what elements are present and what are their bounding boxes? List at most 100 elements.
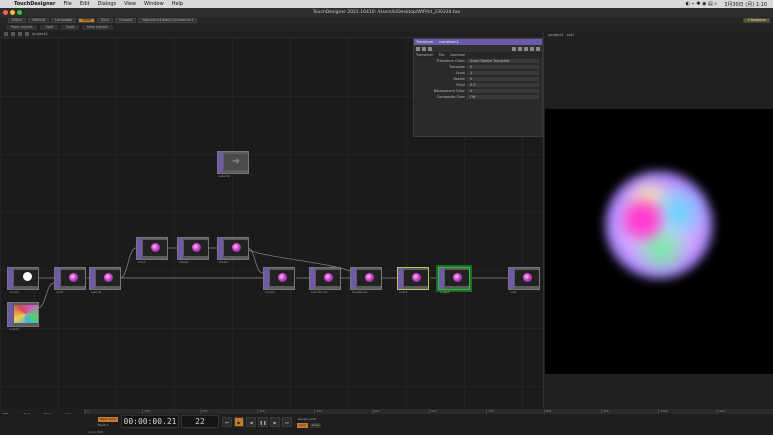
network-path[interactable]: /project1 [32,32,48,36]
noise-thumbnail [14,305,38,323]
node-null[interactable]: null1 [54,267,86,294]
arrow-icon: ➜ [224,154,248,170]
node-edge-selected[interactable]: edge1 [438,267,470,294]
range-loop-button[interactable]: Loop [297,423,308,428]
split-tab-1[interactable]: Split [40,25,59,30]
realtime-toggle[interactable]: 1 Realtime [743,18,770,23]
bypass-icon[interactable] [524,46,528,51]
rendered-orb [605,171,713,279]
zoom-window-button[interactable] [17,10,22,15]
param-transform-order[interactable]: Scale Rotate Translate [467,59,539,63]
param-composite[interactable]: Off [467,95,539,99]
tab-transform[interactable]: Transform [416,53,433,57]
forward-end-button[interactable]: ⏭ [282,417,292,427]
viewer-toolbar: /project1 out1 [543,31,773,38]
toolbar-editor-button[interactable]: Editor [8,18,27,23]
window-title: TouchDesigner 2021.16410: /Users/k/Deskt… [312,10,461,15]
node-out[interactable]: out1 [508,267,540,294]
close-window-button[interactable] [3,10,8,15]
range-limit-label: Range Limit [298,417,316,421]
split-tab-2[interactable]: Split [61,25,80,30]
sphere-thumbnail [324,273,333,282]
viewer-pane[interactable] [543,38,773,409]
menu-view[interactable]: View [124,1,136,7]
node-circle[interactable]: circle1 [7,267,39,294]
parameter-icons [414,45,542,52]
param-pivot[interactable]: 0.5 [467,83,539,87]
new-layout-tab[interactable]: New Layout [82,25,113,30]
menu-clock[interactable]: 3月30日 (月) 1:10 [724,1,767,8]
window-controls [3,10,22,15]
main-toolbar: Editor Default Language Pane Sync Expand… [0,17,773,24]
sphere-thumbnail [192,243,201,252]
node-transform[interactable]: transform1 [309,267,341,294]
play-button[interactable]: ▶ [234,417,244,427]
sphere-thumbnail [365,273,374,282]
range-once-button[interactable]: Once [310,423,321,428]
toolbar-language-button[interactable]: Language [51,18,77,23]
sphere-thumbnail [104,273,113,282]
menu-window[interactable]: Window [144,1,164,7]
menu-app-name[interactable]: TouchDesigner [14,1,56,7]
forward-icon[interactable] [11,32,15,36]
toolbar-default-button[interactable]: Default [28,18,50,23]
timecode-display[interactable]: 00:00:00.21 [121,415,179,428]
view-icon[interactable] [536,46,540,51]
op-name[interactable]: transform1 [439,40,458,44]
link-icon[interactable] [512,46,516,51]
viewer-label: out1 [566,32,575,37]
camera-icon[interactable] [518,46,522,51]
toolbar-expand-button[interactable]: Expand [115,18,137,23]
menu-help[interactable]: Help [172,1,183,7]
toolbar-pane-button[interactable]: Pane [78,18,95,23]
tab-tile[interactable]: Tile [438,53,444,57]
step-back-button[interactable]: ◀ [246,417,256,427]
circle-thumbnail [23,272,32,281]
parameter-panel[interactable]: Transform transform1 Transform Tile Comm… [413,38,543,137]
sphere-thumbnail [232,243,241,252]
home-icon[interactable] [18,32,22,36]
node-noise[interactable]: noise1 [7,302,39,331]
rewind-button[interactable]: ⏮ [222,417,232,427]
sphere-thumbnail [278,273,287,282]
step-forward-button[interactable]: ▶ [270,417,280,427]
param-translate[interactable]: 0 [467,65,539,69]
beat-time-button[interactable]: Beat Time [98,417,118,422]
sphere-thumbnail [151,243,160,252]
back-icon[interactable] [4,32,8,36]
toolbar-path-field[interactable]: td/project1/base1/container1 [138,18,198,23]
edit-icon[interactable] [428,46,432,51]
node-blur[interactable]: blur1 [136,237,168,264]
node-comp[interactable]: comp1 [263,267,295,294]
info-icon[interactable] [422,46,426,51]
help-icon[interactable] [416,46,420,51]
node-level[interactable]: level1 [217,237,249,264]
up-icon[interactable] [25,32,29,36]
sphere-thumbnail [69,273,78,282]
sphere-thumbnail [412,273,421,282]
menu-file[interactable]: File [64,1,72,7]
menu-bar: TouchDesigner File Edit Dialogs View Win… [0,0,773,8]
node-ramp[interactable]: ramp1 [177,237,209,264]
node-select[interactable]: ➜ select2 [217,151,249,178]
pane-layout-tab[interactable]: Pane Layout [6,25,38,30]
status-icons[interactable]: ◐ ⌁ ✱ ◉ ▤ ⌕ [686,1,717,7]
render-output[interactable] [545,109,773,374]
lock-icon[interactable] [530,46,534,51]
param-scale[interactable]: 1 [467,71,539,75]
param-bg-color[interactable]: 0 [467,89,539,93]
menu-edit[interactable]: Edit [80,1,90,7]
node-over[interactable]: over1 [397,267,429,294]
pause-button[interactable]: ❚❚ [258,417,268,427]
toolbar-sync-button[interactable]: Sync [96,18,114,23]
tab-common[interactable]: Common [450,53,466,57]
node-feedback[interactable]: feedback1 [350,267,382,294]
menu-dialogs[interactable]: Dialogs [98,1,117,7]
minimize-window-button[interactable] [10,10,15,15]
frame-display[interactable]: 22 [181,415,219,428]
param-rotate[interactable]: 0 [467,77,539,81]
node-select-b[interactable]: select1 [89,267,121,294]
param-row: Composite Over Off [414,94,542,100]
viewer-path[interactable]: /project1 [548,33,564,37]
op-type: Transform [416,40,434,44]
